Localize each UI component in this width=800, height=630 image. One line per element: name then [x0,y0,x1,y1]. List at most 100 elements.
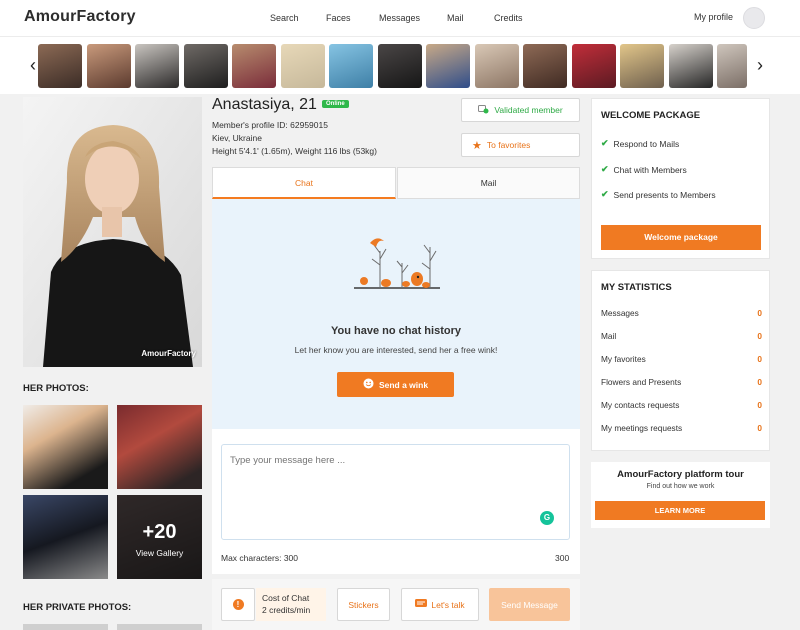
validated-member-button[interactable]: Validated member [461,98,580,122]
welcome-package-card: WELCOME PACKAGE ✔ Respond to Mails ✔ Chat … [591,98,770,259]
face-thumb[interactable] [475,44,519,88]
checkmark-icon: ✔ [601,138,609,148]
stat-row-presents[interactable]: Flowers and Presents 0 [601,377,762,387]
message-box: G [221,444,570,540]
gallery-photo[interactable] [23,405,108,489]
face-thumb[interactable] [184,44,228,88]
empty-chat-illustration [352,233,442,293]
gallery-more-count: +20 [142,521,177,543]
cost-value: 2 credits/min [262,605,311,615]
stat-value: 0 [757,377,762,387]
face-thumb[interactable] [669,44,713,88]
face-thumb[interactable] [378,44,422,88]
stat-label: Flowers and Presents [601,377,682,387]
statistics-title: MY STATISTICS [601,282,672,293]
stat-label: My contacts requests [601,400,680,410]
lets-talk-label: Let's talk [431,599,465,610]
wink-label: Send a wink [378,379,429,390]
face-thumb[interactable] [426,44,470,88]
message-input[interactable] [230,455,550,466]
face-thumb[interactable] [38,44,82,88]
chat-bubble-icon [415,598,428,611]
tour-subtitle: Find out how we work [646,483,715,490]
statistics-card: MY STATISTICS Messages 0 Mail 0 My favorit… [591,270,770,451]
photo-watermark: AmourFactory [141,349,196,358]
nav-messages[interactable]: Messages [379,13,420,23]
info-icon: ! [232,599,244,610]
learn-more-button[interactable]: LEARN MORE [595,501,765,520]
validated-label: Validated member [494,105,563,115]
face-thumb[interactable] [281,44,325,88]
her-photos-title: HER PHOTOS: [23,383,89,394]
stat-value: 0 [757,354,762,364]
chat-cost-label: Cost of Chat 2 credits/min [256,588,326,621]
gallery-photo[interactable] [23,495,108,579]
stat-value: 0 [757,400,762,410]
gallery-more-tile[interactable]: +20 View Gallery [117,495,202,579]
gallery-more-overlay: +20 View Gallery [117,495,202,579]
site-logo[interactable]: AmourFactory [24,8,136,26]
face-thumb[interactable] [232,44,276,88]
face-thumb[interactable] [620,44,664,88]
validated-icon [478,104,489,116]
grammar-check-icon[interactable]: G [540,511,554,525]
gallery-photo[interactable] [117,405,202,489]
lets-talk-button[interactable]: Let's talk [401,588,479,621]
face-thumb[interactable] [572,44,616,88]
profile-location: Kiev, Ukraine [212,133,262,143]
face-thumb[interactable] [329,44,373,88]
stat-row-contacts[interactable]: My contacts requests 0 [601,400,762,410]
stat-value: 0 [757,423,762,433]
online-badge: Online [322,100,349,108]
my-profile-link[interactable]: My profile [694,12,733,22]
main-profile-photo[interactable]: AmourFactory [23,97,202,367]
cost-title: Cost of Chat [262,593,310,603]
cost-info-button[interactable]: ! [221,588,255,621]
user-avatar[interactable] [743,7,765,29]
private-photos-title: HER PRIVATE PHOTOS: [23,602,132,613]
welcome-item-label: Chat with Members [613,164,687,175]
stat-row-messages[interactable]: Messages 0 [601,308,762,318]
face-thumb[interactable] [523,44,567,88]
nav-mail[interactable]: Mail [447,13,464,23]
send-wink-button[interactable]: Send a wink [337,372,454,397]
face-thumb[interactable] [717,44,747,88]
nav-search[interactable]: Search [270,13,299,23]
send-message-button[interactable]: Send Message [489,588,570,621]
stat-row-meetings[interactable]: My meetings requests 0 [601,423,762,433]
stat-value: 0 [757,308,762,318]
nav-credits[interactable]: Credits [494,13,523,23]
star-icon: ★ [472,139,482,152]
face-thumb[interactable] [87,44,131,88]
tab-mail[interactable]: Mail [397,167,580,199]
to-favorites-button[interactable]: ★ To favorites [461,133,580,157]
stat-row-favorites[interactable]: My favorites 0 [601,354,762,364]
face-thumb[interactable] [135,44,179,88]
welcome-item-label: Respond to Mails [613,138,680,149]
stat-row-mail[interactable]: Mail 0 [601,331,762,341]
view-gallery-label: View Gallery [135,548,184,558]
profile-body: Height 5'4.1' (1.65m), Weight 116 lbs (5… [212,146,377,156]
stat-label: My meetings requests [601,423,683,433]
stat-label: Messages [601,308,639,318]
strip-next-arrow-icon[interactable]: › [748,50,772,80]
tab-chat[interactable]: Chat [212,167,396,199]
private-photo-tile[interactable] [117,624,202,630]
nav-faces[interactable]: Faces [326,13,351,23]
stat-value: 0 [757,331,762,341]
chat-mail-tabs: Chat Mail [212,167,580,199]
welcome-package-title: WELCOME PACKAGE [601,110,701,121]
chat-history-area: You have no chat history Let her know yo… [212,199,580,429]
stickers-button[interactable]: Stickers [337,588,390,621]
no-history-title: You have no chat history [331,325,461,337]
compose-panel: G Max characters: 300 300 [212,429,580,574]
welcome-package-button[interactable]: Welcome package [601,225,761,250]
favorites-label: To favorites [486,140,531,150]
profile-name: Anastasiya, 21 [212,96,317,113]
welcome-item: ✔ Respond to Mails [601,138,679,149]
tour-title: AmourFactory platform tour [617,469,744,480]
welcome-item: ✔ Send presents to Members [601,189,716,200]
stat-label: Mail [601,331,617,341]
private-photo-tile[interactable] [23,624,108,630]
stat-label: My favorites [601,354,646,364]
